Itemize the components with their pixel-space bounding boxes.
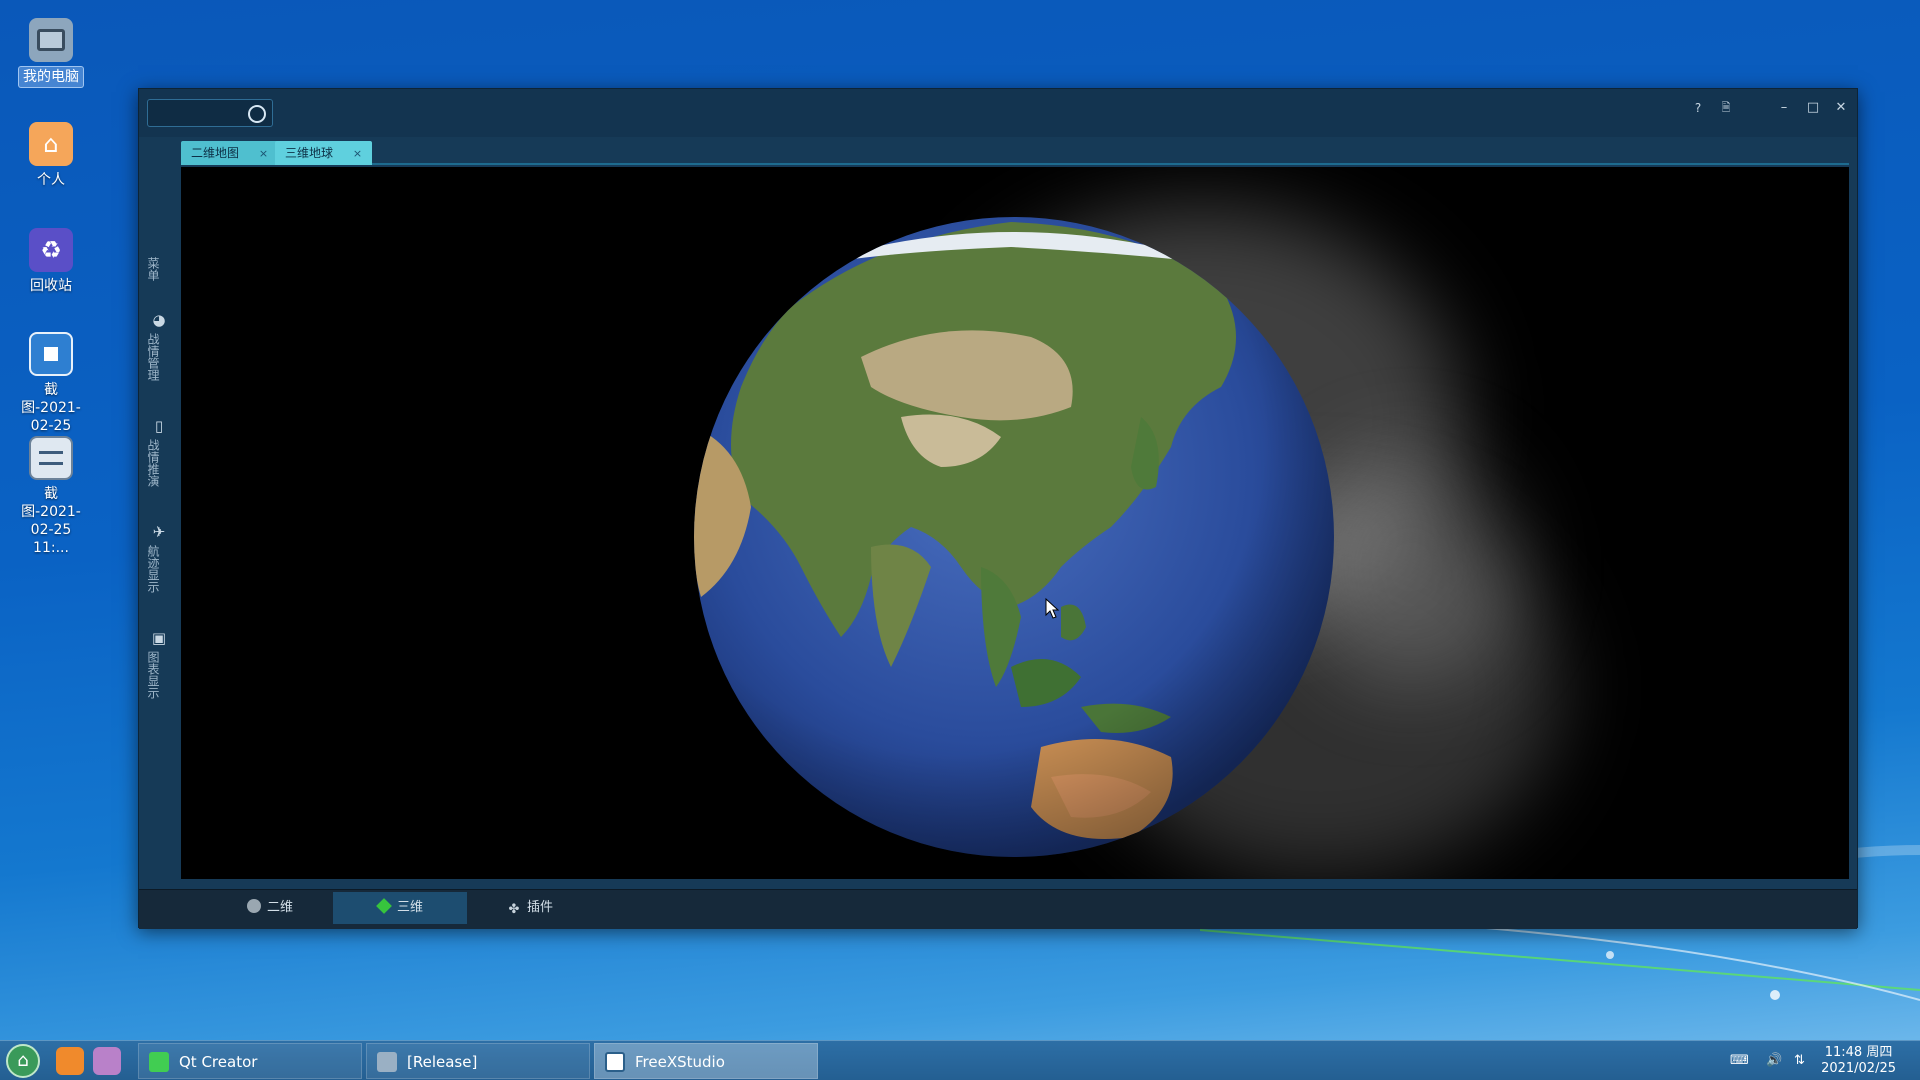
airplane-icon: ✈ [152, 523, 166, 541]
desktop-icon-label: 回收站 [30, 278, 72, 294]
tab-3d-globe[interactable]: 三维地球 × [275, 141, 373, 165]
maximize-button[interactable]: □ [1802, 97, 1824, 119]
desktop-icon-label: 截图-2021-02-25 11:... [21, 486, 81, 556]
taskbar: ⌂ Qt Creator [Release] FreeXStudio ⌨ 🔊 ⇅… [0, 1040, 1920, 1080]
desktop-icon-recycle-bin[interactable]: ♻ 回收站 [8, 228, 94, 296]
taskbar-item-label: [Release] [407, 1053, 478, 1071]
sidebar-item-menu[interactable]: 菜单 [145, 257, 173, 281]
sidebar-item-situation-deduction[interactable]: ▯ 战情推演 [145, 417, 173, 487]
desktop-icon-personal[interactable]: ⌂ 个人 [8, 122, 94, 190]
volume-icon[interactable]: 🔊 [1766, 1053, 1782, 1068]
folder-icon [377, 1052, 397, 1072]
computer-icon [29, 18, 73, 62]
sidebar-item-label: 图表显示 [146, 651, 160, 699]
help-button[interactable]: ? [1687, 97, 1709, 119]
globe-icon [246, 899, 261, 913]
puzzle-icon: ✤ [508, 902, 520, 917]
desktop-icon-screenshot-2[interactable]: 截图-2021-02-25 11:... [8, 436, 94, 558]
bottom-tab-3d[interactable]: 三维 [333, 892, 467, 924]
bottom-tab-bar: 二维 三维 ✤ 插件 [139, 889, 1857, 929]
app-window-freexstudio: ? 🗎 – □ ✕ 菜单 ◕ 战情管理 ▯ 战情推演 ✈ 航迹显示 ▣ 图表显示… [138, 88, 1858, 929]
keyboard-icon[interactable]: ⌨ [1730, 1053, 1749, 1068]
start-menu-button[interactable]: ⌂ [6, 1044, 40, 1078]
image-icon: ▣ [151, 629, 167, 647]
document-button[interactable]: 🗎 [1715, 97, 1737, 119]
search-go-icon[interactable] [248, 105, 266, 123]
network-icon[interactable]: ⇅ [1794, 1053, 1805, 1068]
bottom-tab-label: 插件 [526, 900, 553, 915]
bottom-tab-plugins[interactable]: ✤ 插件 [463, 892, 597, 924]
tab-close-icon[interactable]: × [353, 147, 362, 160]
pie-chart-icon: ◕ [152, 311, 166, 329]
earth-globe[interactable] [181, 167, 1849, 879]
taskbar-item-release-folder[interactable]: [Release] [366, 1043, 590, 1079]
tab-close-icon[interactable]: × [259, 147, 268, 160]
sidebar-item-label: 战情推演 [146, 439, 160, 487]
qt-icon [149, 1052, 169, 1072]
document-icon: ▯ [154, 417, 164, 435]
sidebar-item-label: 航迹显示 [146, 545, 160, 593]
bottom-tab-2d[interactable]: 二维 [203, 892, 337, 924]
taskbar-item-label: FreeXStudio [635, 1053, 725, 1071]
tab-label: 三维地球 [285, 146, 334, 160]
home-folder-icon: ⌂ [29, 122, 73, 166]
taskbar-item-freexstudio[interactable]: FreeXStudio [594, 1043, 818, 1079]
image-file-icon [29, 436, 73, 480]
desktop-icon-label: 我的电脑 [18, 66, 84, 88]
window-icon [605, 1052, 625, 1072]
search-box[interactable] [147, 99, 273, 127]
bottom-tab-label: 三维 [396, 900, 423, 915]
close-button[interactable]: ✕ [1830, 97, 1852, 119]
clock[interactable]: 11:48 周四 2021/02/25 [1821, 1045, 1896, 1077]
sidebar-item-label: 菜单 [146, 257, 160, 281]
image-file-icon [29, 332, 73, 376]
desktop-icon-label: 个人 [37, 172, 65, 188]
home-icon: ⌂ [17, 1050, 29, 1071]
recycle-bin-icon: ♻ [29, 228, 73, 272]
taskbar-item-qt-creator[interactable]: Qt Creator [138, 1043, 362, 1079]
sidebar-item-situation-management[interactable]: ◕ 战情管理 [145, 311, 173, 381]
title-bar: ? 🗎 – □ ✕ [139, 89, 1857, 137]
left-sidebar: 菜单 ◕ 战情管理 ▯ 战情推演 ✈ 航迹显示 ▣ 图表显示 [139, 137, 179, 879]
view-tab-bar: 二维地图 × 三维地球 × [181, 139, 1849, 165]
firefox-icon[interactable] [56, 1047, 84, 1075]
bottom-tab-label: 二维 [266, 900, 293, 915]
tab-label: 二维地图 [191, 146, 240, 160]
sidebar-item-chart-display[interactable]: ▣ 图表显示 [145, 629, 173, 699]
clock-time: 11:48 周四 [1824, 1045, 1893, 1060]
file-manager-icon[interactable] [93, 1047, 121, 1075]
sidebar-item-track-display[interactable]: ✈ 航迹显示 [145, 523, 173, 593]
cube-icon [376, 898, 392, 914]
minimize-button[interactable]: – [1773, 97, 1795, 119]
globe-viewport[interactable] [181, 167, 1849, 879]
clock-date: 2021/02/25 [1821, 1061, 1896, 1076]
tab-2d-map[interactable]: 二维地图 × [181, 141, 279, 165]
taskbar-item-label: Qt Creator [179, 1053, 258, 1071]
sidebar-item-label: 战情管理 [146, 333, 160, 381]
desktop-icon-my-computer[interactable]: 我的电脑 [8, 18, 94, 88]
